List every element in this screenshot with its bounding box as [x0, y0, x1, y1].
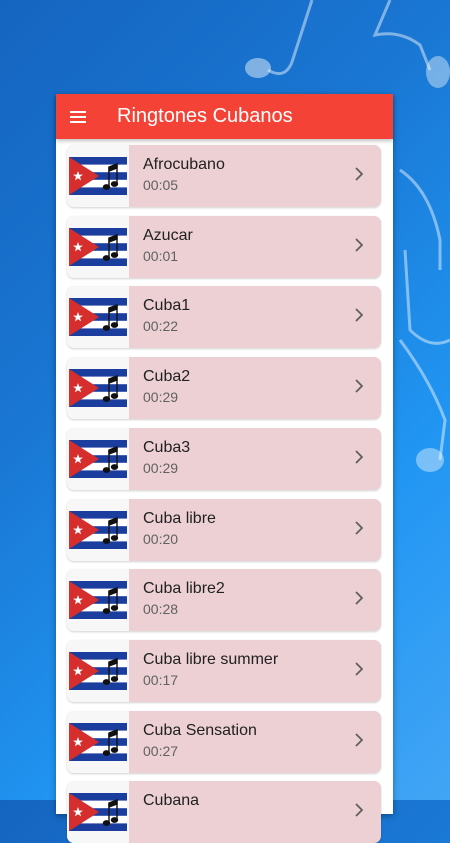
- cuba-flag-music-note-icon: [69, 157, 127, 195]
- cuba-flag-music-note-icon: [69, 298, 127, 337]
- cuba-flag-music-note-icon: [69, 369, 127, 408]
- chevron-right-icon: [355, 379, 363, 393]
- ringtone-duration: 00:01: [143, 247, 179, 264]
- ringtone-thumbnail: [67, 215, 129, 278]
- ringtone-name: Cuba libre2: [143, 580, 225, 598]
- ringtone-name: Afrocubano: [143, 156, 225, 173]
- ringtone-item[interactable]: Cuba Sensation 00:27: [67, 710, 381, 773]
- ringtone-duration: 00:05: [143, 177, 179, 193]
- ringtone-name: Cuba3: [143, 438, 191, 456]
- menu-icon: [70, 110, 86, 123]
- cuba-flag-music-note-icon: [69, 793, 127, 832]
- cuba-flag-music-note-icon: [69, 651, 127, 690]
- ringtone-item[interactable]: Cuba libre2 00:28: [67, 569, 381, 632]
- ringtone-duration: 00:17: [143, 671, 179, 688]
- chevron-right-icon: [355, 803, 363, 817]
- menu-button[interactable]: [56, 94, 100, 139]
- chevron-right-icon: [355, 167, 363, 181]
- ringtone-item[interactable]: Azucar 00:01: [67, 215, 381, 278]
- ringtone-thumbnail: [67, 710, 129, 773]
- chevron-right-icon: [355, 732, 363, 747]
- ringtone-name: Cuba Sensation: [143, 721, 257, 739]
- ringtone-item[interactable]: Cuba1 00:22: [67, 286, 381, 349]
- ringtone-duration: 00:22: [143, 318, 179, 335]
- ringtone-item[interactable]: Cuba libre summer 00:17: [67, 639, 381, 702]
- chevron-right-icon: [355, 662, 363, 676]
- cuba-flag-music-note-icon: [69, 439, 127, 478]
- ringtone-duration: 00:28: [143, 601, 179, 618]
- ringtone-name: Cuba libre summer: [143, 650, 279, 668]
- app-title: Ringtones Cubanos: [117, 105, 293, 127]
- ringtone-panel: Ringtones Cubanos Afrocubano 00:05 Azuca…: [56, 94, 393, 843]
- chevron-right-icon: [355, 520, 363, 535]
- ringtone-duration: 00:29: [143, 459, 179, 476]
- cuba-flag-music-note-icon: [69, 510, 127, 549]
- cuba-flag-music-note-icon: [69, 227, 127, 266]
- cuba-flag-music-note-icon: [69, 722, 127, 761]
- ringtone-name: Azucar: [143, 226, 193, 244]
- ringtone-item[interactable]: Cuba libre 00:20: [67, 498, 381, 561]
- ringtone-item[interactable]: Afrocubano 00:05: [67, 145, 381, 207]
- ringtone-thumbnail: [67, 639, 129, 702]
- chevron-right-icon: [355, 308, 363, 323]
- ringtone-thumbnail: [67, 145, 129, 207]
- ringtone-item[interactable]: Cuba2 00:29: [67, 357, 381, 420]
- ringtone-duration: 00:29: [143, 389, 179, 406]
- ringtone-duration: 00:27: [143, 742, 179, 759]
- ringtone-thumbnail: [67, 357, 129, 420]
- ringtone-thumbnail: [67, 569, 129, 632]
- ringtone-name: Cubana: [143, 792, 200, 810]
- chevron-right-icon: [355, 450, 363, 464]
- cuba-flag-music-note-icon: [69, 581, 127, 620]
- app-bar: Ringtones Cubanos: [56, 94, 393, 139]
- chevron-right-icon: [355, 238, 363, 252]
- chevron-right-icon: [355, 591, 363, 605]
- ringtone-duration: 00:20: [143, 530, 179, 547]
- ringtone-thumbnail: [67, 286, 129, 349]
- ringtone-name: Cuba2: [143, 368, 191, 386]
- ringtone-item[interactable]: Cubana: [67, 781, 381, 843]
- ringtone-name: Cuba1: [143, 297, 191, 315]
- ringtone-thumbnail: [67, 781, 129, 843]
- ringtone-name: Cuba libre: [143, 509, 216, 527]
- ringtone-thumbnail: [67, 427, 129, 490]
- ringtone-item[interactable]: Cuba3 00:29: [67, 427, 381, 490]
- ringtone-thumbnail: [67, 498, 129, 561]
